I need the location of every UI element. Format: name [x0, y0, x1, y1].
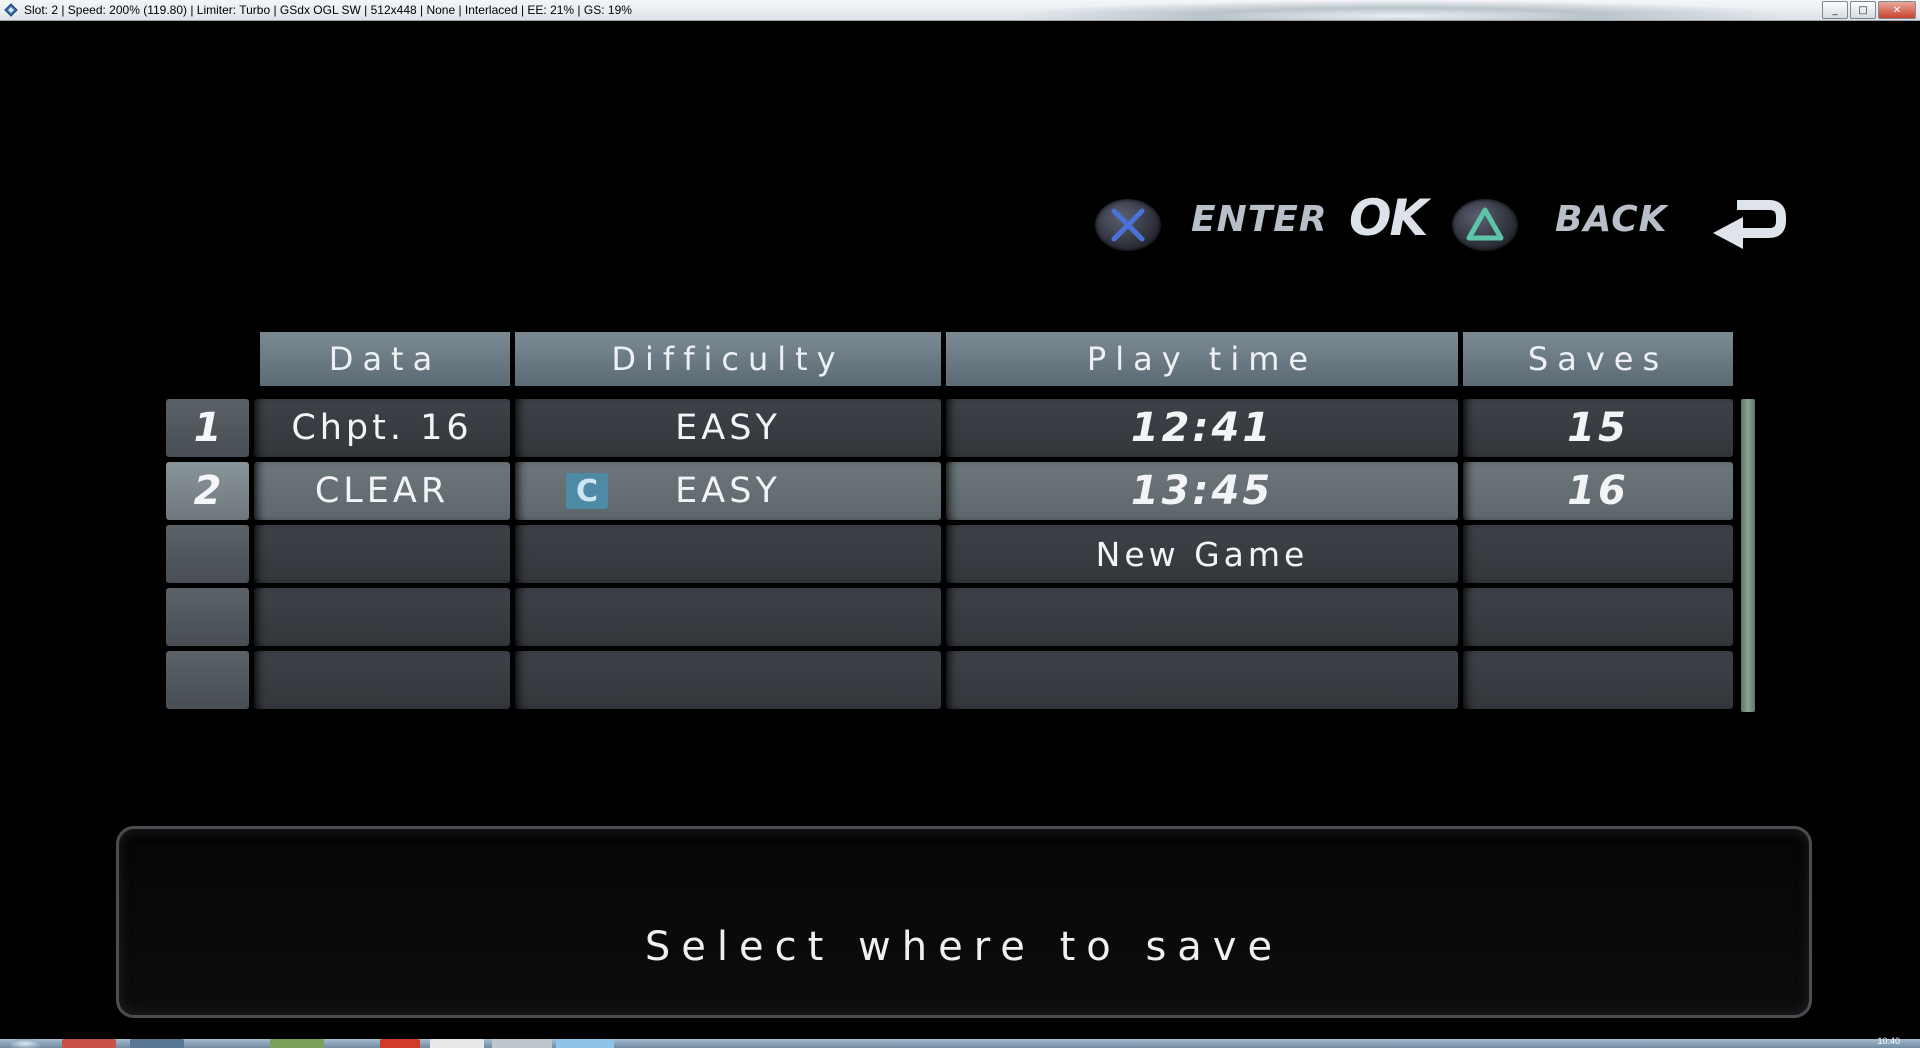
emulator-titlebar: Slot: 2 | Speed: 200% (119.80) | Limiter… [0, 0, 1920, 21]
taskbar-app-icon[interactable] [556, 1039, 614, 1048]
ok-label: OK [1349, 189, 1428, 247]
slot-data: CLEAR [254, 462, 510, 520]
windows-taskbar: 10:40 [0, 1036, 1920, 1048]
slot-data [254, 525, 510, 583]
start-button-icon[interactable] [10, 1039, 40, 1048]
window-controls: _ □ ✕ [1822, 1, 1916, 19]
slot-data: Chpt. 16 [254, 399, 510, 457]
slot-number: 2 [166, 462, 249, 520]
message-text: Select where to save [644, 924, 1284, 970]
window-title: Slot: 2 | Speed: 200% (119.80) | Limiter… [24, 3, 632, 17]
slot-play-time [946, 588, 1458, 646]
taskbar-app-icon[interactable] [492, 1039, 552, 1048]
header-saves: Saves [1463, 332, 1733, 386]
slot-saves [1463, 525, 1733, 583]
slot-difficulty [515, 651, 941, 709]
save-slot-row[interactable]: 2 CLEAR EASY C 13:45 16 [0, 462, 1740, 520]
header-play-time: Play time [946, 332, 1458, 386]
list-scrollbar[interactable] [1741, 399, 1755, 712]
app-icon [4, 3, 18, 17]
taskbar-app-icon[interactable] [430, 1039, 484, 1048]
header-data: Data [260, 332, 510, 386]
new-game-label: New Game [946, 525, 1458, 583]
minimize-button[interactable]: _ [1822, 1, 1848, 19]
header-difficulty: Difficulty [515, 332, 941, 386]
save-slot-row[interactable] [0, 588, 1740, 646]
slot-difficulty: EASY [515, 399, 941, 457]
save-slot-row[interactable]: 1 Chpt. 16 EASY 12:41 15 [0, 399, 1740, 457]
controller-hints: ENTER OK BACK [1095, 189, 1795, 255]
close-button[interactable]: ✕ [1878, 1, 1916, 19]
slot-saves: 16 [1463, 462, 1733, 520]
cross-button-icon [1095, 199, 1161, 251]
slot-number [166, 651, 249, 709]
taskbar-app-icon[interactable] [130, 1039, 184, 1048]
slot-data [254, 651, 510, 709]
back-label: BACK [1555, 199, 1668, 240]
triangle-button-icon [1452, 199, 1518, 251]
taskbar-app-icon[interactable] [62, 1039, 116, 1048]
taskbar-app-icon[interactable] [270, 1039, 324, 1048]
taskbar-clock: 10:40 [1877, 1036, 1900, 1046]
message-box: Select where to save [116, 826, 1812, 1018]
enter-label: ENTER [1191, 199, 1328, 240]
save-slot-row[interactable]: New Game [0, 525, 1740, 583]
return-arrow-icon [1713, 200, 1786, 249]
slot-play-time: 13:45 [946, 462, 1458, 520]
slot-saves [1463, 588, 1733, 646]
maximize-button[interactable]: □ [1850, 1, 1876, 19]
clear-badge-icon: C [566, 473, 608, 509]
slot-play-time [946, 651, 1458, 709]
slot-difficulty [515, 588, 941, 646]
slot-difficulty [515, 525, 941, 583]
save-slot-row[interactable] [0, 651, 1740, 709]
slot-saves: 15 [1463, 399, 1733, 457]
slot-data [254, 588, 510, 646]
slot-number: 1 [166, 399, 249, 457]
slot-number [166, 525, 249, 583]
taskbar-app-icon[interactable] [380, 1039, 420, 1048]
slot-play-time: 12:41 [946, 399, 1458, 457]
titlebar-background-art [1000, 0, 1800, 20]
slot-saves [1463, 651, 1733, 709]
slot-number [166, 588, 249, 646]
